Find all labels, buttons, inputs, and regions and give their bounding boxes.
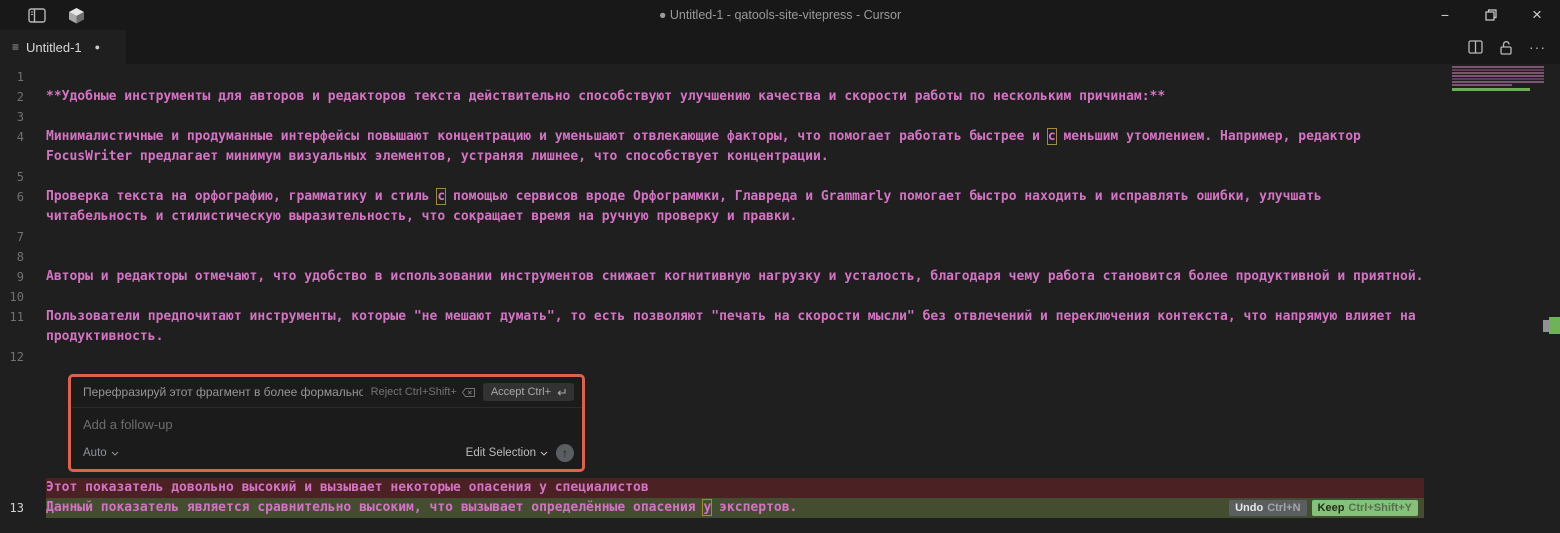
ai-prompt-text: Перефразируй этот фрагмент в более форма… — [83, 385, 363, 399]
line-number: 11 — [0, 307, 46, 347]
unsaved-changes-dot: ● — [95, 42, 100, 52]
window-title: ● Untitled-1 - qatools-site-vitepress - … — [0, 8, 1560, 22]
tab-untitled-1[interactable]: ≡ Untitled-1 ● — [0, 30, 126, 64]
line-number: 1 — [0, 67, 46, 87]
editor-line[interactable]: 6Проверка текста на орфографию, граммати… — [0, 187, 1560, 227]
line-number: 5 — [0, 167, 46, 187]
line-number: 2 — [0, 87, 46, 107]
line-number: 10 — [0, 287, 46, 307]
line-content — [46, 67, 1424, 87]
editor-line[interactable]: 13Данный показатель является сравнительн… — [0, 498, 1560, 518]
editor-line[interactable]: 10 — [0, 287, 1560, 307]
more-actions-icon[interactable]: ··· — [1529, 39, 1546, 55]
line-number: 4 — [0, 127, 46, 167]
tab-bar: ≡ Untitled-1 ● ··· — [0, 30, 1560, 64]
editor-line[interactable]: 5 — [0, 167, 1560, 187]
editor-line[interactable]: 1 — [0, 67, 1560, 87]
editor-pane[interactable]: 1 2**Удобные инструменты для авторов и р… — [0, 64, 1560, 518]
follow-up-input[interactable]: Add a follow-up — [71, 408, 582, 442]
reject-button[interactable]: Reject Ctrl+Shift+ — [371, 386, 475, 398]
plaintext-file-icon: ≡ — [12, 40, 19, 54]
editor-line[interactable]: 11Пользователи предпочитают инструменты,… — [0, 307, 1560, 347]
inline-edit-widget: Перефразируй этот фрагмент в более форма… — [68, 374, 585, 472]
line-number — [0, 478, 46, 498]
model-selector[interactable]: Auto — [83, 447, 119, 459]
line-content — [46, 347, 1424, 367]
line-content: Минималистичные и продуманные интерфейсы… — [46, 127, 1424, 167]
line-content: **Удобные инструменты для авторов и реда… — [46, 87, 1424, 107]
line-number: 7 — [0, 227, 46, 247]
line-number: 13 — [0, 498, 46, 518]
line-number: 12 — [0, 347, 46, 367]
line-content — [46, 227, 1424, 247]
line-number: 9 — [0, 267, 46, 287]
diff-action-badges: UndoCtrl+N KeepCtrl+Shift+Y — [1229, 500, 1418, 516]
line-content: Пользователи предпочитают инструменты, к… — [46, 307, 1424, 347]
editor-line[interactable]: 12 — [0, 347, 1560, 367]
editor-line[interactable]: 7 — [0, 227, 1560, 247]
enter-icon — [556, 388, 566, 397]
accept-button[interactable]: Accept Ctrl+ — [483, 383, 574, 401]
editor-lines: 1 2**Удобные инструменты для авторов и р… — [0, 67, 1560, 367]
backspace-icon — [462, 388, 475, 397]
editor-line[interactable]: 3 — [0, 107, 1560, 127]
editor-line[interactable]: 9Авторы и редакторы отмечают, что удобст… — [0, 267, 1560, 287]
chevron-down-icon — [111, 451, 119, 456]
editor-line[interactable]: Этот показатель довольно высокий и вызыв… — [0, 478, 1560, 498]
line-number: 8 — [0, 247, 46, 267]
chevron-down-icon — [540, 451, 548, 456]
keep-button[interactable]: KeepCtrl+Shift+Y — [1312, 500, 1418, 516]
line-content: Проверка текста на орфографию, грамматик… — [46, 187, 1424, 227]
overview-ruler-added-marker — [1549, 317, 1560, 334]
mode-selector[interactable]: Edit Selection — [466, 447, 548, 459]
title-bar: ● Untitled-1 - qatools-site-vitepress - … — [0, 0, 1560, 30]
editor-line[interactable]: 4Минималистичные и продуманные интерфейс… — [0, 127, 1560, 167]
minimap[interactable] — [1452, 66, 1544, 91]
restore-button[interactable] — [1468, 0, 1514, 30]
line-content: Данный показатель является сравнительно … — [46, 498, 1424, 518]
send-button[interactable]: ↑ — [556, 444, 574, 462]
editor-line[interactable]: 2**Удобные инструменты для авторов и ред… — [0, 87, 1560, 107]
split-editor-icon[interactable] — [1468, 40, 1483, 54]
tab-label: Untitled-1 — [26, 40, 82, 55]
unlock-icon[interactable] — [1499, 40, 1513, 55]
undo-button[interactable]: UndoCtrl+N — [1229, 500, 1306, 516]
minimize-button[interactable]: − — [1422, 0, 1468, 30]
cursor-logo-icon[interactable] — [68, 7, 85, 24]
line-content: Авторы и редакторы отмечают, что удобств… — [46, 267, 1424, 287]
close-button[interactable]: × — [1514, 0, 1560, 30]
editor-line[interactable]: 8 — [0, 247, 1560, 267]
line-number: 3 — [0, 107, 46, 127]
line-content — [46, 287, 1424, 307]
highlighted-char: с — [1048, 129, 1056, 144]
line-content — [46, 247, 1424, 267]
line-content: Этот показатель довольно высокий и вызыв… — [46, 478, 1424, 498]
highlighted-char: с — [437, 189, 445, 204]
toggle-sidebar-icon[interactable] — [28, 8, 46, 23]
line-content — [46, 107, 1424, 127]
diff-lines: Этот показатель довольно высокий и вызыв… — [0, 478, 1560, 518]
minimap-added-marker — [1452, 88, 1530, 91]
line-content — [46, 167, 1424, 187]
cursor-window: ● Untitled-1 - qatools-site-vitepress - … — [0, 0, 1560, 533]
line-number: 6 — [0, 187, 46, 227]
